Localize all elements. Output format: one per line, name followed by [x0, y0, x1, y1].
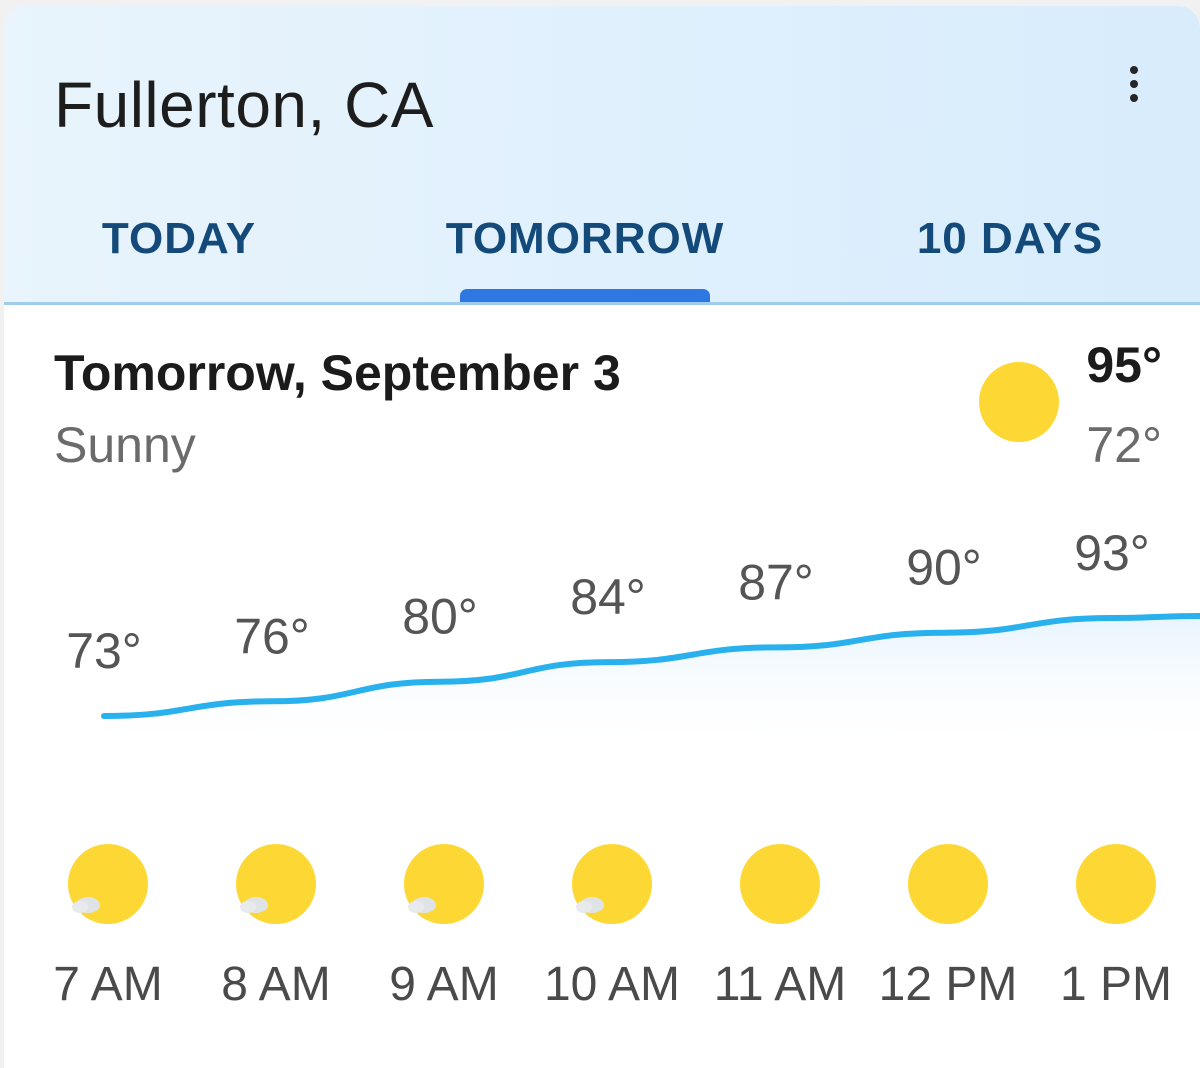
temp-low: 72° [1086, 417, 1162, 473]
sun-icon [740, 844, 820, 924]
tab-selected-indicator [460, 289, 710, 302]
hour-label: 1 PM [1060, 958, 1172, 1011]
hour-label: 10 AM [544, 958, 680, 1011]
tab-10-days[interactable]: 10 DAYS [917, 211, 1103, 267]
temperature-label: 73° [66, 623, 142, 679]
location-title: Fullerton, CA [54, 69, 434, 141]
temperature-label: 93° [1074, 525, 1150, 581]
sun-cloud-icon [68, 844, 148, 924]
temperature-label: 80° [402, 589, 478, 645]
sun-icon [1076, 844, 1156, 924]
sun-cloud-icon [236, 844, 316, 924]
hour-label: 12 PM [879, 958, 1018, 1011]
tab-tomorrow[interactable]: TOMORROW [446, 211, 725, 267]
weather-card: Fullerton, CA TODAY TOMORROW 10 DAYS Tom… [4, 6, 1200, 1068]
hour-label: 7 AM [53, 958, 162, 1011]
sun-cloud-icon [572, 844, 652, 924]
sun-cloud-icon [404, 844, 484, 924]
sun-icon [908, 844, 988, 924]
temperature-label: 84° [570, 569, 646, 625]
weather-header: Fullerton, CA TODAY TOMORROW 10 DAYS [4, 6, 1200, 305]
sun-icon [979, 362, 1059, 442]
temperature-label: 76° [234, 608, 310, 664]
temperature-label: 87° [738, 554, 814, 610]
tab-today[interactable]: TODAY [102, 211, 256, 267]
forecast-date: Tomorrow, September 3 [54, 345, 621, 401]
temp-high: 95° [1086, 337, 1162, 393]
hour-label: 11 AM [714, 958, 847, 1011]
hourly-temperature-chart: 73° 76° 80° 84° 87° 90° 93° 7 AM 8 AM 9 AM 10 AM 1… [53, 525, 1200, 1011]
forecast-condition: Sunny [54, 417, 196, 473]
hour-label: 9 AM [389, 958, 498, 1011]
hour-label: 8 AM [221, 958, 330, 1011]
temperature-label: 90° [906, 540, 982, 596]
more-vert-icon[interactable] [1116, 64, 1152, 104]
